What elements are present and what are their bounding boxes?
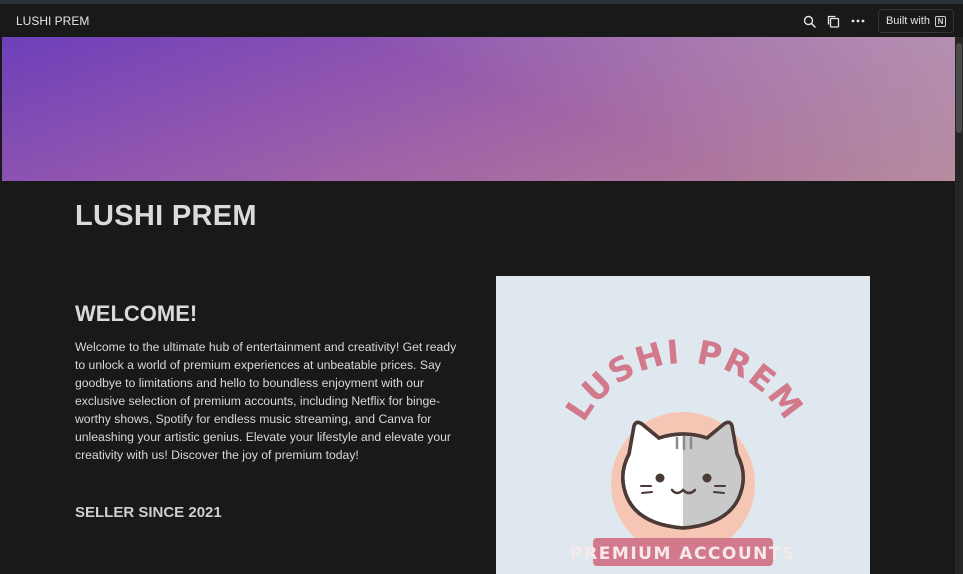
cover-image: [2, 37, 955, 181]
scrollbar[interactable]: [955, 37, 963, 574]
search-icon[interactable]: [798, 9, 822, 33]
logo-image: LUSHI PREM PREMIUM ACCOUNTS: [496, 276, 870, 574]
built-with-notion-button[interactable]: Built with N: [877, 9, 954, 33]
welcome-heading: WELCOME!: [75, 301, 198, 326]
top-bar: LUSHI PREM Built with N: [0, 4, 963, 37]
page-title: LUSHI PREM: [75, 200, 257, 232]
duplicate-icon[interactable]: [822, 9, 846, 33]
scrollbar-thumb[interactable]: [956, 43, 962, 133]
cat-face-icon: [621, 420, 745, 530]
logo-banner-text: PREMIUM ACCOUNTS: [570, 544, 795, 564]
top-bar-actions: Built with N: [798, 9, 954, 33]
built-with-label: Built with: [885, 15, 930, 27]
more-icon[interactable]: [846, 9, 870, 33]
cover-gradient-overlay: [2, 37, 955, 181]
seller-since-heading: SELLER SINCE 2021: [75, 504, 222, 521]
notion-logo-icon: N: [935, 15, 946, 27]
lushi-prem-logo: LUSHI PREM PREMIUM ACCOUNTS: [558, 332, 810, 566]
window-title: LUSHI PREM: [16, 14, 90, 28]
intro-paragraph: Welcome to the ultimate hub of entertain…: [75, 340, 457, 462]
